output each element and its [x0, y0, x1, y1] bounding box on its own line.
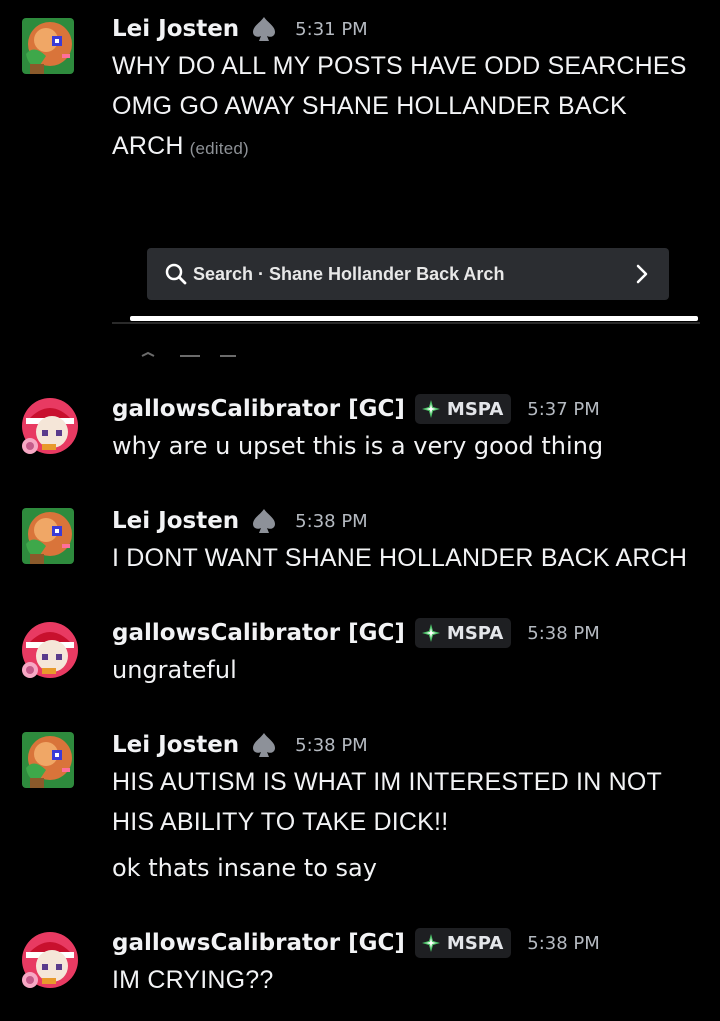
spade-icon[interactable]	[249, 14, 279, 44]
embed-progress-bar	[130, 316, 698, 321]
search-embed-label[interactable]: Search · Shane Hollander Back Arch	[193, 264, 504, 285]
message-content: Lei Josten 5:31 PM WHY DO ALL MY POSTS H…	[112, 12, 710, 169]
username[interactable]: gallowsCalibrator [GC]	[112, 396, 405, 422]
message-line: ungrateful	[112, 656, 237, 684]
server-tag[interactable]: MSPA	[414, 394, 512, 424]
message-header: gallowsCalibrator [GC] MSPA 5:38 PM	[112, 616, 710, 650]
spade-icon[interactable]	[249, 730, 279, 760]
message-content: gallowsCalibrator [GC] MSPA 5:38 PM ungr…	[112, 616, 710, 690]
embed-divider	[112, 322, 700, 324]
timestamp: 5:38 PM	[295, 734, 368, 756]
timestamp: 5:38 PM	[295, 510, 368, 532]
search-icon	[165, 263, 187, 285]
timestamp: 5:37 PM	[527, 398, 600, 420]
spade-icon[interactable]	[249, 506, 279, 536]
username[interactable]: gallowsCalibrator [GC]	[112, 620, 405, 646]
message-line: WHY DO ALL MY POSTS HAVE ODD SEARCHES	[112, 52, 687, 80]
timestamp: 5:31 PM	[295, 18, 368, 40]
message-line: OMG GO AWAY SHANE HOLLANDER BACK	[112, 92, 627, 120]
timestamp: 5:38 PM	[527, 932, 600, 954]
message-header: gallowsCalibrator [GC] MSPA 5:37 PM	[112, 392, 710, 426]
message-line-text: ARCH	[112, 132, 184, 160]
sparkle-icon	[421, 399, 441, 419]
server-tag-label: MSPA	[446, 398, 504, 420]
lei-avatar-icon[interactable]	[16, 504, 80, 568]
message-content: gallowsCalibrator [GC] MSPA 5:38 PM IM C…	[112, 926, 710, 1000]
server-tag-label: MSPA	[446, 932, 504, 954]
sparkle-icon	[421, 623, 441, 643]
message-line: why are u upset this is a very good thin…	[112, 432, 604, 460]
edited-label: (edited)	[189, 139, 249, 158]
message-content: Lei Josten 5:38 PM HIS AUTISM IS WHAT IM…	[112, 728, 710, 888]
gc-avatar-icon[interactable]	[16, 616, 80, 680]
message-line: ARCH (edited)	[112, 126, 710, 169]
message-header: Lei Josten 5:38 PM	[112, 504, 710, 538]
message-header: gallowsCalibrator [GC] MSPA 5:38 PM	[112, 926, 710, 960]
server-tag-label: MSPA	[446, 622, 504, 644]
username[interactable]: Lei Josten	[112, 16, 239, 42]
message-header: Lei Josten 5:38 PM	[112, 728, 710, 762]
gc-avatar-icon[interactable]	[16, 392, 80, 456]
lei-avatar-icon[interactable]	[16, 728, 80, 792]
message-line: HIS ABILITY TO TAKE DICK!!	[112, 808, 449, 836]
sparkle-icon	[421, 933, 441, 953]
message-content: gallowsCalibrator [GC] MSPA 5:37 PM why …	[112, 392, 710, 466]
chevron-right-icon[interactable]	[629, 261, 655, 287]
message-header: Lei Josten 5:31 PM	[112, 12, 710, 46]
lei-avatar-icon[interactable]	[16, 14, 80, 78]
message-line: IM CRYING??	[112, 966, 274, 994]
gc-avatar-icon[interactable]	[16, 926, 80, 990]
search-embed[interactable]: Search · Shane Hollander Back Arch	[147, 248, 669, 300]
username[interactable]: Lei Josten	[112, 732, 239, 758]
username[interactable]: gallowsCalibrator [GC]	[112, 930, 405, 956]
timestamp: 5:38 PM	[527, 622, 600, 644]
message-content: Lei Josten 5:38 PM I DONT WANT SHANE HOL…	[112, 504, 710, 578]
message-line: I DONT WANT SHANE HOLLANDER BACK ARCH	[112, 544, 688, 572]
username[interactable]: Lei Josten	[112, 508, 239, 534]
cutoff-fragment	[140, 343, 240, 357]
server-tag[interactable]: MSPA	[414, 618, 512, 648]
server-tag[interactable]: MSPA	[414, 928, 512, 958]
message-line: HIS AUTISM IS WHAT IM INTERESTED IN NOT	[112, 768, 662, 796]
message-followup: ok thats insane to say	[112, 854, 377, 882]
